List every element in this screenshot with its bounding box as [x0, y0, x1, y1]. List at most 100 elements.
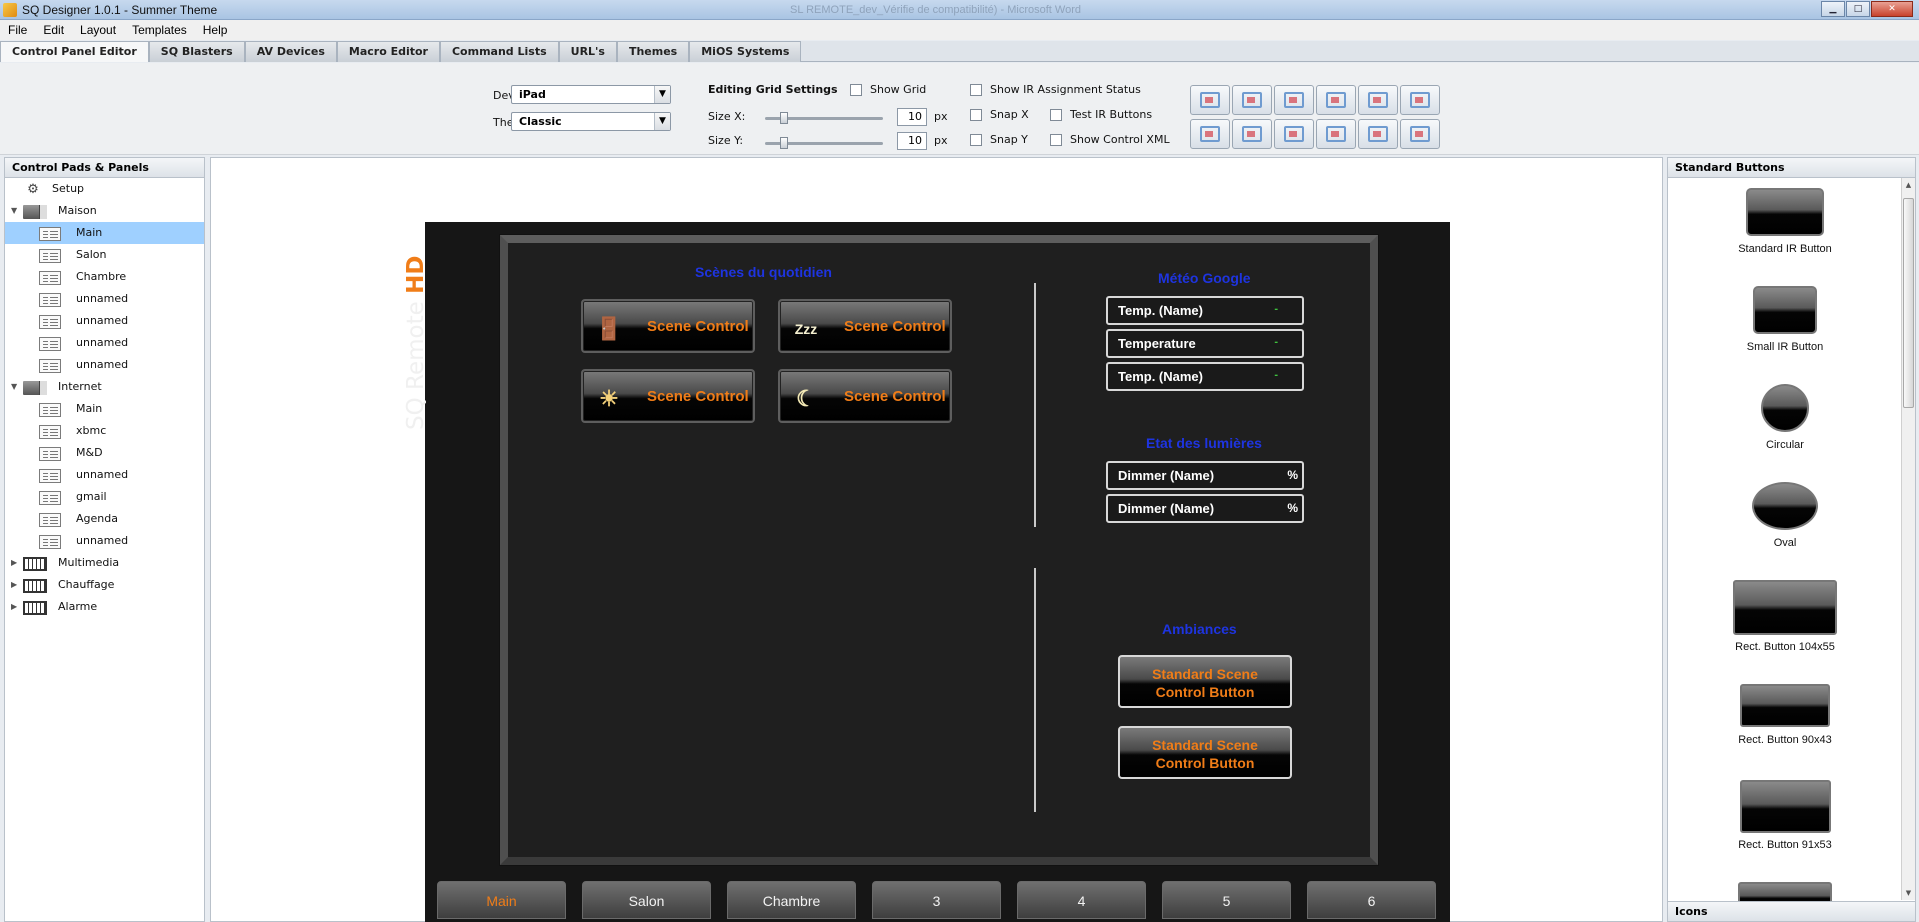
tree-item-unnamed[interactable]: unnamed: [5, 354, 204, 376]
dimmer-readout[interactable]: Dimmer (Name) %: [1106, 494, 1304, 523]
show-xml-checkbox[interactable]: [1050, 134, 1062, 146]
scroll-up-icon[interactable]: ▲: [1902, 178, 1915, 192]
size-x-slider[interactable]: [765, 112, 883, 124]
align-right-button[interactable]: [1232, 119, 1272, 149]
palette-scrollbar[interactable]: ▲ ▼: [1901, 178, 1915, 900]
menu-edit[interactable]: Edit: [35, 23, 72, 37]
remote-tab-4[interactable]: 4: [1017, 881, 1146, 919]
tree-item-unnamed[interactable]: unnamed: [5, 464, 204, 486]
align-center-horizontal-button[interactable]: [1316, 85, 1356, 115]
device-select[interactable]: iPad ▼: [511, 85, 671, 104]
tree-item-setup[interactable]: ⚙ Setup: [5, 178, 204, 200]
align-left-button[interactable]: [1232, 85, 1272, 115]
remote-tab-chambre[interactable]: Chambre: [727, 881, 856, 919]
tree-item-unnamed[interactable]: unnamed: [5, 310, 204, 332]
tab-urls[interactable]: URL's: [558, 41, 617, 62]
tree-item-main[interactable]: Main: [5, 398, 204, 420]
tab-macro-editor[interactable]: Macro Editor: [336, 41, 440, 62]
minimize-button[interactable]: ▁: [1821, 1, 1845, 17]
palette-rect-button-90x43[interactable]: Rect. Button 90x43: [1668, 684, 1902, 746]
align-bottom-button[interactable]: [1400, 85, 1440, 115]
tab-mios-systems[interactable]: MiOS Systems: [689, 41, 802, 62]
expand-icon[interactable]: ▶: [11, 552, 21, 574]
scene-control-button[interactable]: 🚪 Scene Control: [581, 299, 755, 353]
send-to-back-button[interactable]: [1190, 119, 1230, 149]
palette-circular-button[interactable]: Circular: [1668, 384, 1902, 451]
tree-item-m-and-d[interactable]: M&D: [5, 442, 204, 464]
icons-section-header[interactable]: Icons: [1668, 901, 1915, 921]
palette-standard-ir-button[interactable]: Standard IR Button: [1668, 188, 1902, 255]
tab-sq-blasters[interactable]: SQ Blasters: [148, 41, 245, 62]
ambiance-scene-button[interactable]: Standard Scene Control Button: [1118, 655, 1292, 708]
remote-tab-main[interactable]: Main: [437, 881, 566, 919]
close-button[interactable]: ✕: [1871, 1, 1913, 17]
tree-item-maison[interactable]: ▼ Maison: [5, 200, 204, 222]
palette-small-ir-button[interactable]: Small IR Button: [1668, 286, 1902, 353]
ambiance-scene-button[interactable]: Standard Scene Control Button: [1118, 726, 1292, 779]
collapse-icon[interactable]: ▼: [11, 376, 21, 398]
scene-control-button[interactable]: Zzz Scene Control: [778, 299, 952, 353]
tree-item-agenda[interactable]: Agenda: [5, 508, 204, 530]
menu-templates[interactable]: Templates: [124, 23, 195, 37]
tab-av-devices[interactable]: AV Devices: [244, 41, 337, 62]
palette-rect-button-91x53[interactable]: Rect. Button 91x53: [1668, 780, 1902, 851]
scene-control-button[interactable]: ☾ Scene Control: [778, 369, 952, 423]
tree-item-unnamed[interactable]: unnamed: [5, 288, 204, 310]
weather-readout[interactable]: Temp. (Name) -: [1106, 296, 1304, 325]
tree-item-main[interactable]: Main: [5, 222, 204, 244]
remote-tab-5[interactable]: 5: [1162, 881, 1291, 919]
palette-rect-button-104x55[interactable]: Rect. Button 104x55: [1668, 580, 1902, 653]
center-in-page-button[interactable]: [1400, 119, 1440, 149]
expand-icon[interactable]: ▶: [11, 574, 21, 596]
slider-thumb[interactable]: [780, 137, 788, 149]
distribute-horizontal-button[interactable]: [1358, 85, 1398, 115]
align-top-button[interactable]: [1274, 85, 1314, 115]
test-ir-checkbox[interactable]: [1050, 109, 1062, 121]
size-x-input[interactable]: 10: [897, 108, 927, 126]
show-grid-checkbox[interactable]: [850, 84, 862, 96]
film-strip-icon: [23, 579, 47, 593]
tree-item-gmail[interactable]: gmail: [5, 486, 204, 508]
align-center-vertical-button[interactable]: [1316, 119, 1356, 149]
tree-item-multimedia[interactable]: ▶ Multimedia: [5, 552, 204, 574]
distribute-vertical-button[interactable]: [1358, 119, 1398, 149]
tree-item-xbmc[interactable]: xbmc: [5, 420, 204, 442]
snap-y-checkbox[interactable]: [970, 134, 982, 146]
tree-item-chambre[interactable]: Chambre: [5, 266, 204, 288]
dimmer-readout[interactable]: Dimmer (Name) %: [1106, 461, 1304, 490]
weather-readout[interactable]: Temp. (Name) -: [1106, 362, 1304, 391]
collapse-icon[interactable]: ▼: [11, 200, 21, 222]
tree-item-internet[interactable]: ▼ Internet: [5, 376, 204, 398]
slider-thumb[interactable]: [780, 112, 788, 124]
tree-item-chauffage[interactable]: ▶ Chauffage: [5, 574, 204, 596]
tab-control-panel-editor[interactable]: Control Panel Editor: [0, 41, 149, 62]
remote-tab-3[interactable]: 3: [872, 881, 1001, 919]
palette-oval-button[interactable]: Oval: [1668, 482, 1902, 549]
menu-layout[interactable]: Layout: [72, 23, 124, 37]
size-y-slider[interactable]: [765, 137, 883, 149]
tree-item-unnamed[interactable]: unnamed: [5, 530, 204, 552]
expand-icon[interactable]: ▶: [11, 596, 21, 618]
panel-icon: [39, 513, 61, 527]
tree-item-alarme[interactable]: ▶ Alarme: [5, 596, 204, 618]
align-bottom-edge-button[interactable]: [1274, 119, 1314, 149]
size-y-input[interactable]: 10: [897, 132, 927, 150]
maximize-button[interactable]: □: [1846, 1, 1870, 17]
snap-x-checkbox[interactable]: [970, 109, 982, 121]
tab-themes[interactable]: Themes: [616, 41, 690, 62]
tree-item-label: M&D: [76, 446, 103, 459]
show-ir-status-checkbox[interactable]: [970, 84, 982, 96]
weather-readout[interactable]: Temperature -: [1106, 329, 1304, 358]
theme-select[interactable]: Classic ▼: [511, 112, 671, 131]
scroll-down-icon[interactable]: ▼: [1902, 886, 1915, 900]
scene-control-button[interactable]: ☀ Scene Control: [581, 369, 755, 423]
menu-file[interactable]: File: [0, 23, 35, 37]
menu-help[interactable]: Help: [195, 23, 236, 37]
scrollbar-thumb[interactable]: [1903, 198, 1914, 408]
tree-item-unnamed[interactable]: unnamed: [5, 332, 204, 354]
tree-item-salon[interactable]: Salon: [5, 244, 204, 266]
remote-tab-6[interactable]: 6: [1307, 881, 1436, 919]
bring-to-front-button[interactable]: [1190, 85, 1230, 115]
tab-command-lists[interactable]: Command Lists: [439, 41, 559, 62]
remote-tab-salon[interactable]: Salon: [582, 881, 711, 919]
